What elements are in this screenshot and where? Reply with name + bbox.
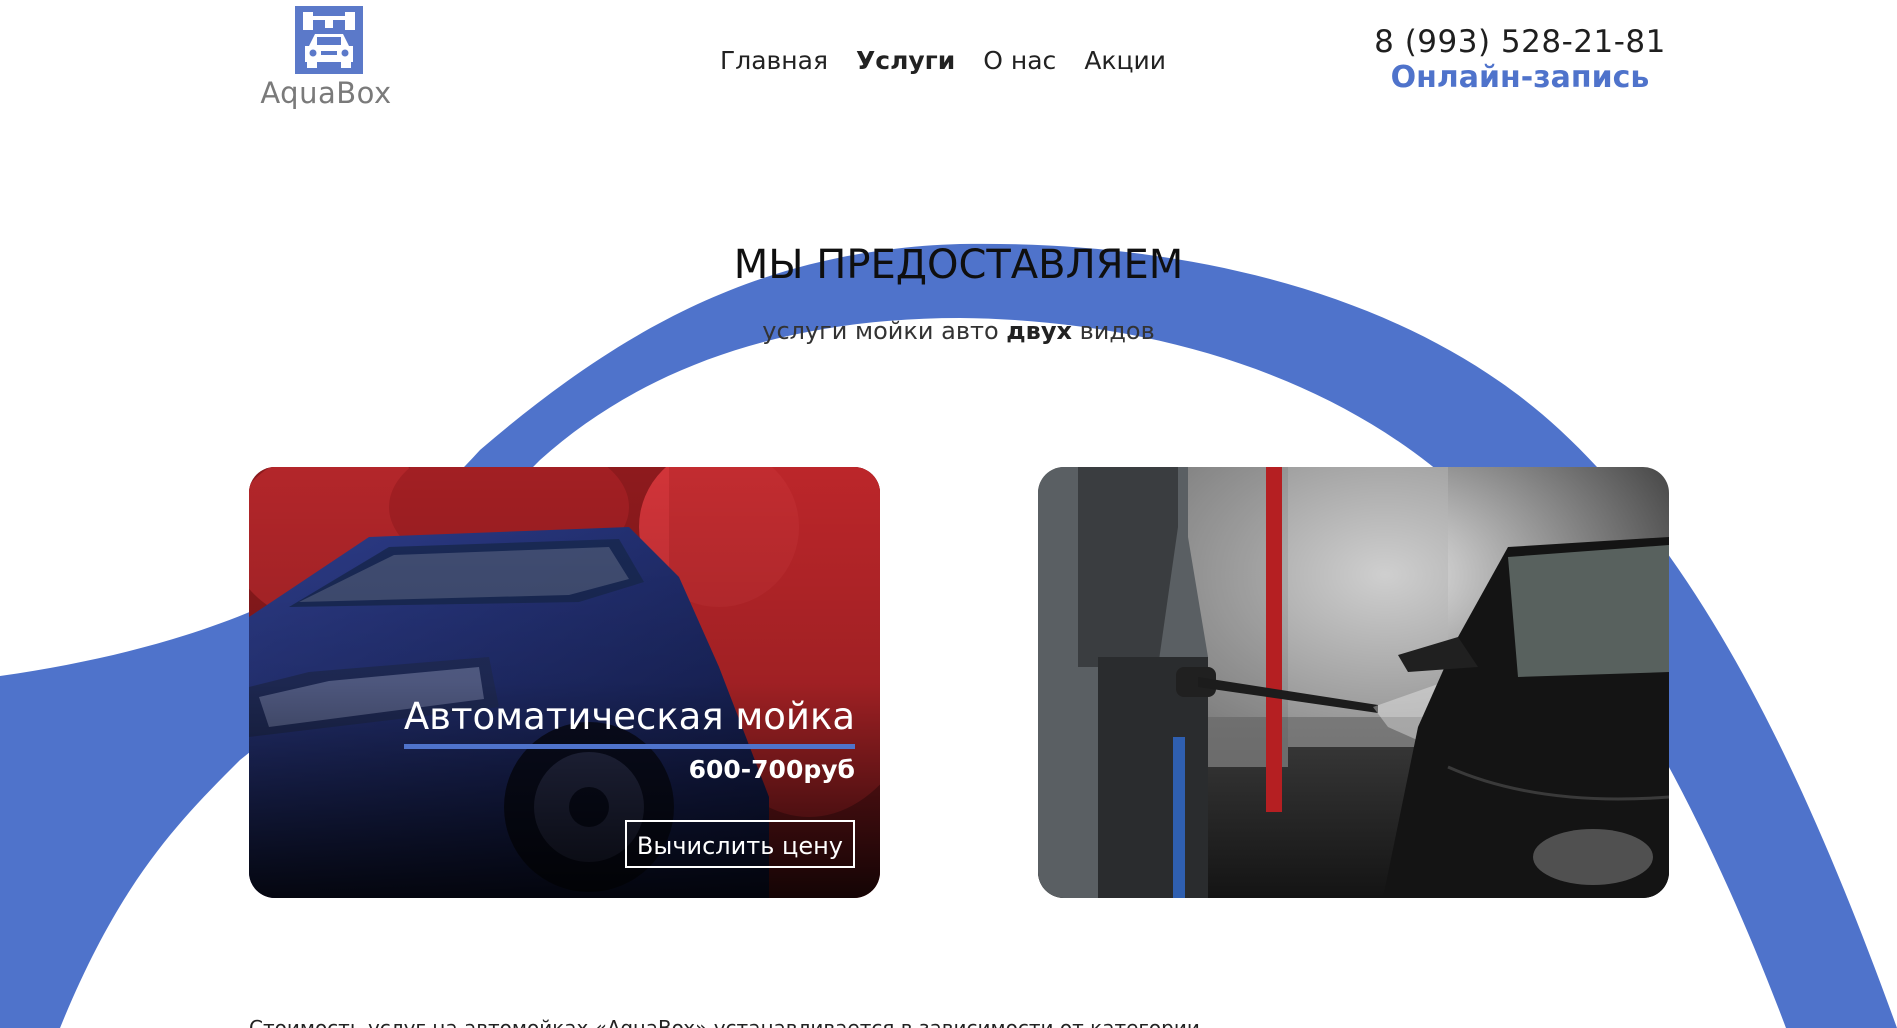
logo[interactable]: AquaBox bbox=[248, 6, 404, 110]
page: AquaBox Главная Услуги О нас Акции 8 (99… bbox=[0, 0, 1897, 1028]
subtitle-suffix: видов bbox=[1071, 317, 1155, 345]
service-card-automatic[interactable]: Автоматическая мойка 600-700руб Вычислит… bbox=[249, 467, 880, 898]
subtitle-prefix: услуги мойки авто bbox=[762, 317, 1007, 345]
page-subtitle: услуги мойки авто двух видов bbox=[0, 317, 1897, 345]
page-title: МЫ ПРЕДОСТАВЛЯЕМ bbox=[733, 242, 1184, 288]
phone-number[interactable]: 8 (993) 528-21-81 bbox=[1360, 24, 1680, 60]
logo-text: AquaBox bbox=[260, 76, 392, 110]
service-card-manual[interactable] bbox=[1038, 467, 1669, 898]
car-wash-logo-icon bbox=[295, 6, 363, 74]
nav-item-services[interactable]: Услуги bbox=[856, 46, 955, 75]
card-title: Автоматическая мойка bbox=[403, 695, 855, 749]
contacts: 8 (993) 528-21-81 Онлайн-запись bbox=[1360, 24, 1680, 95]
nav-item-about[interactable]: О нас bbox=[983, 46, 1056, 75]
nav-item-home[interactable]: Главная bbox=[720, 46, 828, 75]
main-nav: Главная Услуги О нас Акции bbox=[720, 46, 1166, 75]
site-header: AquaBox Главная Услуги О нас Акции 8 (99… bbox=[0, 0, 1897, 120]
manual-wash-image bbox=[1038, 467, 1669, 898]
subtitle-bold: двух bbox=[1006, 317, 1072, 345]
card-price: 600-700руб bbox=[688, 755, 855, 784]
online-booking-link[interactable]: Онлайн-запись bbox=[1360, 60, 1680, 95]
footer-text: Стоимость услуг на автомойках «AquaBox» … bbox=[249, 1016, 1200, 1028]
calculate-price-button[interactable]: Вычислить цену bbox=[624, 820, 855, 868]
nav-item-promotions[interactable]: Акции bbox=[1084, 46, 1166, 75]
